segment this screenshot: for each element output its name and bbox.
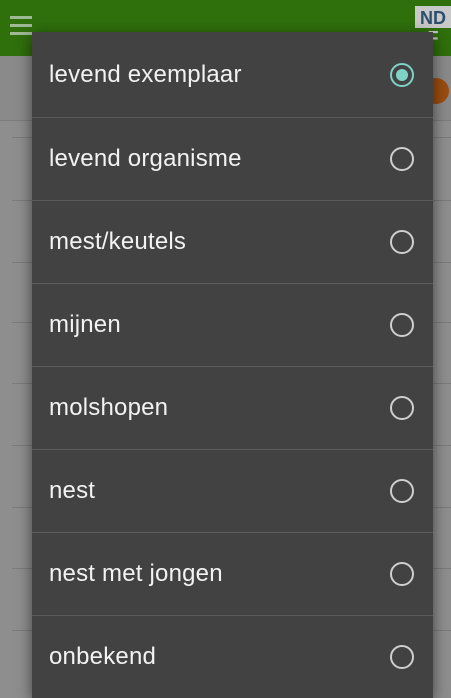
radio-unchecked-icon[interactable] xyxy=(390,479,414,503)
single-choice-dialog: levend exemplaar levend organisme mest/k… xyxy=(32,32,433,698)
option-nest-met-jongen[interactable]: nest met jongen xyxy=(32,533,433,616)
hamburger-icon[interactable] xyxy=(10,16,32,36)
option-levend-organisme[interactable]: levend organisme xyxy=(32,118,433,201)
option-nest[interactable]: nest xyxy=(32,450,433,533)
option-label: onbekend xyxy=(49,643,157,670)
radio-unchecked-icon[interactable] xyxy=(390,230,414,254)
option-molshopen[interactable]: molshopen xyxy=(32,367,433,450)
option-onbekend[interactable]: onbekend xyxy=(32,616,433,698)
option-label: nest met jongen xyxy=(49,560,223,587)
option-label: mest/keutels xyxy=(49,228,187,255)
option-label: nest xyxy=(49,477,96,504)
option-label: levend organisme xyxy=(49,145,242,172)
radio-unchecked-icon[interactable] xyxy=(390,313,414,337)
radio-unchecked-icon[interactable] xyxy=(390,147,414,171)
radio-unchecked-icon[interactable] xyxy=(390,645,414,669)
radio-unchecked-icon[interactable] xyxy=(390,562,414,586)
radio-checked-icon[interactable] xyxy=(390,62,414,87)
option-levend-exemplaar[interactable]: levend exemplaar xyxy=(32,32,433,118)
option-label: levend exemplaar xyxy=(49,60,242,88)
option-mijnen[interactable]: mijnen xyxy=(32,284,433,367)
option-label: molshopen xyxy=(49,394,169,421)
option-label: mijnen xyxy=(49,311,121,338)
radio-unchecked-icon[interactable] xyxy=(390,396,414,420)
option-mest-keutels[interactable]: mest/keutels xyxy=(32,201,433,284)
